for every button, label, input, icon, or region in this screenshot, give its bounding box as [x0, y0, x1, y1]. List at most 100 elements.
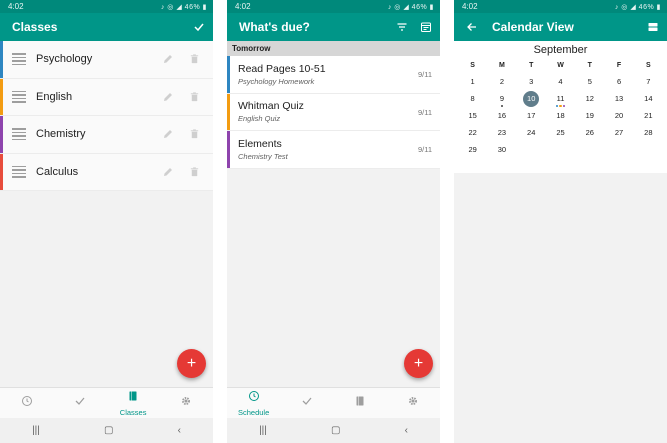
calendar: September S M T W T F S 1 2 3 4 5 6 7 8 9 10 11 12 13 14 15 16…: [454, 41, 667, 173]
home-icon[interactable]: ▢: [104, 425, 113, 436]
add-assignment-button[interactable]: +: [404, 349, 433, 378]
gear-icon: [180, 394, 192, 412]
weekday-label: S: [646, 62, 651, 69]
calendar-day[interactable]: 10: [517, 90, 546, 107]
delete-icon[interactable]: [187, 52, 201, 66]
day-number: 29: [468, 145, 477, 154]
nav-item-clock[interactable]: [0, 388, 53, 418]
edit-icon[interactable]: [161, 165, 175, 179]
check-icon[interactable]: [193, 21, 205, 33]
back-arrow-icon[interactable]: [466, 21, 478, 33]
day-number: 6: [616, 77, 622, 86]
nav-item-check[interactable]: [53, 388, 106, 418]
calendar-day[interactable]: 27: [604, 124, 633, 141]
delete-icon[interactable]: [187, 127, 201, 141]
nav-item-gear[interactable]: [387, 388, 440, 418]
weekday-label: M: [499, 62, 505, 69]
calendar-view-icon[interactable]: [420, 21, 432, 33]
status-time: 4:02: [8, 2, 24, 11]
calendar-day[interactable]: 15: [458, 107, 487, 124]
nav-item-gear[interactable]: [160, 388, 213, 418]
status-time: 4:02: [235, 2, 251, 11]
calendar-day[interactable]: 3: [517, 73, 546, 90]
back-icon[interactable]: ‹: [178, 425, 181, 436]
home-icon[interactable]: ▢: [331, 425, 340, 436]
calendar-day[interactable]: 21: [634, 107, 663, 124]
calendar-day[interactable]: 6: [604, 73, 633, 90]
day-number: 5: [587, 77, 592, 86]
edit-icon[interactable]: [161, 90, 175, 104]
calendar-day[interactable]: 20: [604, 107, 633, 124]
calendar-day[interactable]: 8: [458, 90, 487, 107]
assignment-item[interactable]: Whitman Quiz English Quiz 9/11: [227, 93, 440, 131]
calendar-day[interactable]: 1: [458, 73, 487, 90]
class-row[interactable]: Calculus: [0, 153, 213, 191]
drag-handle-icon[interactable]: [12, 128, 26, 141]
day-number: 1: [470, 77, 475, 86]
calendar-day[interactable]: 23: [487, 124, 516, 141]
calendar-day[interactable]: 24: [517, 124, 546, 141]
calendar-day[interactable]: 12: [575, 90, 604, 107]
assignment-item[interactable]: Read Pages 10-51 Psychology Homework 9/11: [227, 56, 440, 94]
nav-item-check[interactable]: [280, 388, 333, 418]
assignment-item[interactable]: Elements Chemistry Test 9/11: [227, 131, 440, 169]
calendar-day[interactable]: 9: [487, 90, 516, 107]
drag-handle-icon[interactable]: [12, 165, 26, 178]
weekday-label: T: [587, 62, 592, 69]
calendar-day[interactable]: 16: [487, 107, 516, 124]
edit-icon[interactable]: [161, 127, 175, 141]
edit-icon[interactable]: [161, 52, 175, 66]
day-number: 7: [646, 77, 651, 86]
bottom-navigation: Schedule: [227, 387, 440, 418]
calendar-day[interactable]: 11: [546, 90, 575, 107]
day-number: 3: [529, 77, 534, 86]
day-number: 23: [497, 128, 507, 137]
nav-item-clock[interactable]: Schedule: [227, 388, 280, 418]
nav-item-book[interactable]: Classes: [107, 388, 160, 418]
delete-icon[interactable]: [187, 90, 201, 104]
calendar-day[interactable]: 29: [458, 141, 487, 158]
calendar-day[interactable]: 14: [634, 90, 663, 107]
check-icon: [301, 394, 313, 412]
calendar-day[interactable]: 2: [487, 73, 516, 90]
assignment-subtitle: Chemistry Test: [238, 151, 288, 161]
calendar-day[interactable]: 26: [575, 124, 604, 141]
calendar-day[interactable]: 17: [517, 107, 546, 124]
day-number: 18: [556, 111, 565, 120]
class-row[interactable]: Psychology: [0, 41, 213, 79]
day-number: 4: [558, 77, 563, 86]
weekday-label: W: [557, 62, 564, 69]
app-bar: Classes: [0, 13, 213, 41]
assignment-title: Read Pages 10-51: [238, 62, 326, 75]
list-view-icon[interactable]: [647, 21, 659, 33]
add-class-button[interactable]: +: [177, 349, 206, 378]
calendar-day[interactable]: 13: [604, 90, 633, 107]
class-color-stripe: [0, 78, 3, 115]
calendar-day[interactable]: 7: [634, 73, 663, 90]
calendar-day[interactable]: 18: [546, 107, 575, 124]
system-navigation: ||| ▢ ‹: [227, 418, 440, 443]
calendar-day[interactable]: 4: [546, 73, 575, 90]
calendar-day[interactable]: 30: [487, 141, 516, 158]
book-icon: [127, 389, 139, 407]
calendar-day[interactable]: 25: [546, 124, 575, 141]
recent-apps-icon[interactable]: |||: [259, 425, 267, 436]
class-row[interactable]: English: [0, 78, 213, 116]
calendar-day[interactable]: 28: [634, 124, 663, 141]
calendar-day[interactable]: 19: [575, 107, 604, 124]
day-number: 21: [644, 111, 653, 120]
nav-item-book[interactable]: [334, 388, 387, 418]
day-number: 10: [523, 90, 540, 107]
calendar-day[interactable]: 22: [458, 124, 487, 141]
class-row[interactable]: Chemistry: [0, 116, 213, 154]
weekday-label: S: [470, 62, 475, 69]
class-color-stripe: [0, 153, 3, 190]
status-time: 4:02: [462, 2, 478, 11]
calendar-day[interactable]: 5: [575, 73, 604, 90]
drag-handle-icon[interactable]: [12, 90, 26, 103]
drag-handle-icon[interactable]: [12, 53, 26, 66]
back-icon[interactable]: ‹: [405, 425, 408, 436]
recent-apps-icon[interactable]: |||: [32, 425, 40, 436]
delete-icon[interactable]: [187, 165, 201, 179]
filter-icon[interactable]: [396, 21, 408, 33]
